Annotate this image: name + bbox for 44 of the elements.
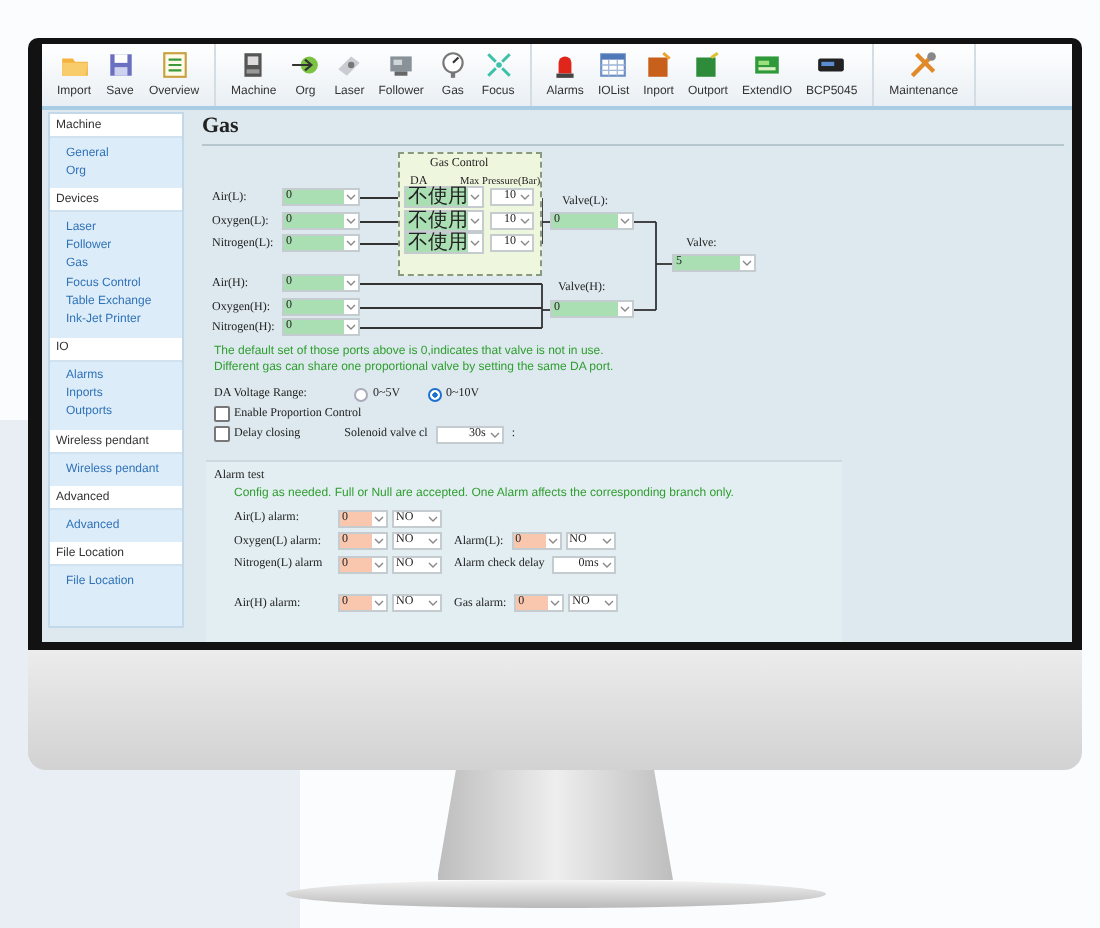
caret-icon (428, 600, 438, 607)
dropdown[interactable]: 不使用 (404, 186, 484, 208)
save-icon (105, 50, 136, 80)
caret-icon (346, 280, 356, 286)
caret-icon (489, 431, 500, 437)
dropdown[interactable]: 不使用 (404, 232, 484, 254)
arrows-icon (483, 50, 514, 80)
caret-icon (374, 561, 384, 568)
caret-icon (470, 194, 480, 200)
caret-icon (428, 561, 438, 568)
device-icon (386, 50, 417, 80)
caret-icon (346, 194, 356, 200)
caret-icon (346, 304, 356, 310)
caret-icon (602, 561, 613, 568)
caret-icon (470, 240, 480, 246)
caret-icon (346, 324, 356, 330)
caret-icon (374, 600, 384, 607)
caret-icon (346, 240, 356, 246)
box-icon (643, 50, 674, 80)
caret-icon (742, 260, 752, 266)
table-icon (598, 50, 629, 80)
caret-icon (620, 306, 630, 312)
checklist-icon (159, 50, 190, 80)
caret-icon (550, 600, 561, 607)
gauge-icon (437, 50, 468, 80)
caret-icon (520, 218, 530, 224)
box-icon (692, 50, 723, 80)
caret-icon (346, 218, 356, 224)
dropdown[interactable]: 不使用 (404, 210, 484, 232)
caret-icon (604, 600, 615, 607)
caret-icon (520, 240, 530, 246)
caret-icon (620, 218, 630, 224)
caret-icon (374, 515, 384, 522)
caret-icon (547, 538, 558, 545)
caret-icon (601, 538, 612, 545)
caret-icon (428, 538, 438, 545)
caret-icon (520, 194, 530, 200)
caret-icon (374, 538, 384, 545)
tools-icon (908, 50, 939, 80)
arrow-icon (290, 50, 321, 80)
board-icon (751, 50, 782, 80)
caret-icon (470, 218, 480, 224)
page-title: Gas (202, 114, 1064, 146)
caret-icon (428, 515, 438, 522)
